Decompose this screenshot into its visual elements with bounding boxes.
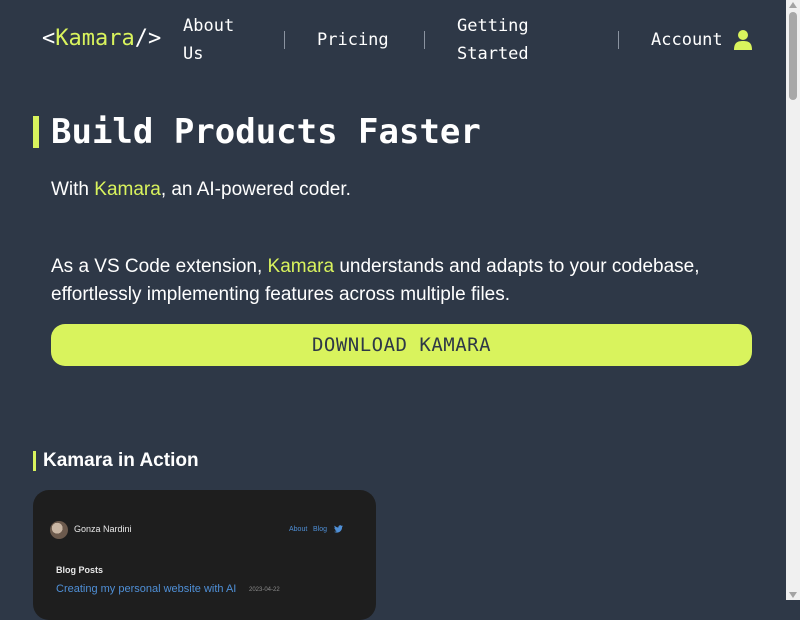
hero-title: Build Products Faster <box>51 112 481 152</box>
nav-about-label-line1: About <box>183 16 235 36</box>
nav-divider <box>284 31 285 49</box>
nav-divider <box>618 31 619 49</box>
preview-post-link[interactable]: Creating my personal website with AI <box>56 583 236 595</box>
hero-desc-prefix: As a VS Code extension, <box>51 256 268 277</box>
nav-getting-label-line1: Getting <box>457 16 529 36</box>
section-title: Kamara in Action <box>43 450 199 471</box>
preview-blog-link[interactable]: Blog <box>313 526 327 533</box>
demo-preview-card: Gonza Nardini About Blog Blog Posts Crea… <box>33 490 376 620</box>
preview-post-date: 2023-04-22 <box>249 587 280 593</box>
hero-description: As a VS Code extension, Kamara understan… <box>51 253 751 309</box>
hero-lead-highlight: Kamara <box>94 179 161 200</box>
logo-name: Kamara <box>55 26 135 51</box>
preview-heading: Blog Posts <box>56 565 104 575</box>
download-button[interactable]: DOWNLOAD KAMARA <box>51 324 752 366</box>
preview-about-link[interactable]: About <box>289 526 307 533</box>
avatar <box>50 521 68 539</box>
logo-open-bracket: < <box>42 26 56 51</box>
nav-getting-label-line2: Started <box>457 44 529 64</box>
nav-pricing-link[interactable]: Pricing <box>317 26 389 54</box>
logo[interactable]: <Kamara/> <box>42 26 161 51</box>
hero-lead: With Kamara, an AI-powered coder. <box>51 178 351 202</box>
nav-about-label-line2: Us <box>183 44 204 64</box>
scrollbar-thumb[interactable] <box>789 12 797 100</box>
preview-author-name: Gonza Nardini <box>74 524 132 534</box>
scroll-down-arrow-icon[interactable] <box>789 592 797 598</box>
hero-lead-suffix: , an AI-powered coder. <box>160 179 351 200</box>
nav-getting-started-link[interactable]: Getting Started <box>457 12 529 68</box>
hero-desc-highlight: Kamara <box>267 256 335 277</box>
section-accent-bar <box>33 451 36 471</box>
hero-lead-prefix: With <box>51 179 95 200</box>
user-icon[interactable] <box>734 30 752 50</box>
nav-account-link[interactable]: Account <box>651 26 723 54</box>
hero-accent-bar <box>33 116 39 148</box>
nav-divider <box>424 31 425 49</box>
logo-close-bracket: /> <box>134 26 162 51</box>
scroll-up-arrow-icon[interactable] <box>789 2 797 8</box>
top-navigation: <Kamara/> About Us Pricing Getting Start… <box>0 0 786 80</box>
twitter-icon[interactable] <box>334 525 343 533</box>
nav-about-us-link[interactable]: About Us <box>183 12 234 68</box>
